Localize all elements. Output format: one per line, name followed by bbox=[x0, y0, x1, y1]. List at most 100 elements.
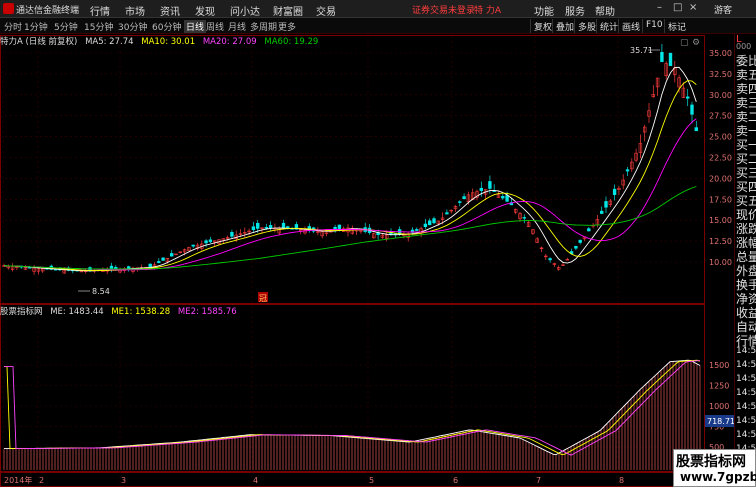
price-tick-label: 25.00 bbox=[709, 133, 732, 142]
date-axis-frame bbox=[0, 472, 705, 487]
indicator-tick-label: 1500 bbox=[709, 361, 729, 370]
price-tick-label: 17.50 bbox=[709, 195, 732, 204]
candle-body bbox=[191, 244, 195, 247]
candle-body bbox=[230, 232, 234, 237]
chart-title: 特力A (日线 前复权) bbox=[0, 37, 78, 47]
menu-help[interactable]: 帮助 bbox=[595, 3, 615, 18]
login-notice[interactable]: 证券交易未登录 bbox=[412, 3, 475, 16]
ma10-line bbox=[3, 80, 697, 271]
sidebar-item: 14:50 bbox=[736, 416, 756, 426]
price-tick-label: 30.00 bbox=[709, 91, 732, 100]
tool-draw[interactable]: 画线 bbox=[618, 19, 643, 33]
candle-body bbox=[694, 127, 699, 132]
price-tick-label: 10.00 bbox=[709, 258, 732, 267]
candle-body bbox=[604, 201, 608, 208]
sidebar-item: 14:50 bbox=[736, 430, 756, 440]
date-tick-label: 7 bbox=[536, 476, 541, 485]
kline-chart[interactable]: 35.00 32.50 30.00 27.50 25.00 22.50 20.00 17.50… bbox=[0, 34, 734, 487]
sidebar-sub: 000 bbox=[736, 42, 752, 51]
candle-body bbox=[432, 218, 436, 224]
candle-body bbox=[148, 263, 152, 268]
candle-body bbox=[587, 228, 591, 232]
date-tick-label: 2 bbox=[39, 476, 44, 485]
candle-body bbox=[625, 169, 630, 172]
period-daily[interactable]: 日线 bbox=[184, 20, 207, 33]
candle-body bbox=[423, 223, 428, 228]
candle-body bbox=[690, 104, 694, 115]
indicator-value-text: 718.71 bbox=[707, 417, 734, 426]
indicator-info: 股票指标网 ME: 1483.44 ME1: 1538.28 ME2: 1585… bbox=[0, 305, 705, 317]
period-15min[interactable]: 15分钟 bbox=[84, 20, 113, 33]
candle-body bbox=[612, 188, 617, 195]
candle-body bbox=[685, 96, 690, 99]
candle-body bbox=[488, 181, 492, 189]
sidebar-item: 14:50 bbox=[736, 388, 756, 398]
price-tick-label: 27.50 bbox=[709, 112, 732, 121]
candle-body bbox=[208, 239, 213, 243]
guest-label[interactable]: 游客 bbox=[714, 3, 732, 16]
candle-body bbox=[268, 225, 273, 229]
watermark-url: www.7gpzb.com bbox=[680, 470, 756, 484]
indicator-title: 股票指标网 bbox=[0, 307, 43, 317]
indicator-tick-label: 1250 bbox=[709, 382, 729, 391]
menu-ask[interactable]: 问小达 bbox=[230, 3, 260, 18]
menu-market[interactable]: 市场 bbox=[125, 3, 145, 18]
tool-f10[interactable]: F10 bbox=[642, 19, 666, 33]
period-toolbar: 分时 1分钟 5分钟 15分钟 30分钟 60分钟 日线 周线 月线 多周期 更… bbox=[0, 18, 756, 34]
maximize-button[interactable]: □ bbox=[673, 2, 682, 13]
menu-function[interactable]: 功能 bbox=[534, 3, 554, 18]
watermark: 股票指标网 www.7gpzb.com bbox=[673, 449, 756, 487]
close-button[interactable]: × bbox=[689, 2, 697, 13]
candle-body bbox=[660, 52, 664, 63]
candle-body bbox=[505, 195, 509, 202]
menu-trade[interactable]: 交易 bbox=[316, 3, 336, 18]
candle-body bbox=[251, 226, 256, 231]
candle-body bbox=[264, 227, 268, 229]
menu-wealth[interactable]: 财富圈 bbox=[273, 3, 303, 18]
price-tick-label: 22.50 bbox=[709, 154, 732, 163]
period-5min[interactable]: 5分钟 bbox=[54, 20, 78, 33]
me2-value: ME2: 1585.76 bbox=[177, 307, 237, 317]
tool-mark[interactable]: 标记 bbox=[664, 19, 689, 33]
period-timeshare[interactable]: 分时 bbox=[4, 20, 22, 33]
minimize-button[interactable]: – bbox=[657, 2, 662, 13]
low-price-label: 8.54 bbox=[92, 287, 110, 296]
watermark-title: 股票指标网 bbox=[676, 454, 746, 470]
period-more[interactable]: 更多 bbox=[278, 20, 296, 33]
candle-body bbox=[204, 240, 208, 244]
date-tick-label: 4 bbox=[253, 476, 258, 485]
sidebar-item: 14:50 bbox=[736, 402, 756, 412]
date-tick-label: 8 bbox=[619, 476, 624, 485]
period-multi[interactable]: 多周期 bbox=[250, 20, 277, 33]
sidebar-item: 14:50 bbox=[736, 374, 756, 384]
period-30min[interactable]: 30分钟 bbox=[118, 20, 147, 33]
candle-body bbox=[445, 212, 449, 215]
stock-name: 特 力A bbox=[474, 6, 502, 16]
menu-service[interactable]: 服务 bbox=[565, 3, 585, 18]
me-value: ME: 1483.44 bbox=[50, 307, 104, 317]
candle-body bbox=[548, 258, 552, 261]
menu-news[interactable]: 资讯 bbox=[160, 3, 180, 18]
app-logo bbox=[3, 3, 14, 14]
menu-quotes[interactable]: 行情 bbox=[90, 3, 110, 18]
period-monthly[interactable]: 月线 bbox=[228, 20, 246, 33]
candle-body bbox=[255, 222, 260, 229]
period-weekly[interactable]: 周线 bbox=[206, 20, 224, 33]
title-bar: 通达信金融终端 行情 市场 资讯 发现 问小达 财富圈 交易 证券交易未登录 特… bbox=[0, 0, 756, 18]
period-1min[interactable]: 1分钟 bbox=[24, 20, 48, 33]
app-name: 通达信金融终端 bbox=[16, 6, 80, 16]
date-tick-label: 6 bbox=[453, 476, 458, 485]
ma5-line bbox=[3, 66, 697, 272]
price-tick-label: 20.00 bbox=[709, 174, 732, 183]
ma60-line bbox=[3, 186, 697, 270]
date-tick-label: 5 bbox=[369, 476, 374, 485]
candle-body bbox=[127, 266, 131, 269]
candle-body bbox=[501, 196, 505, 199]
indicator-chart-frame bbox=[0, 304, 705, 472]
event-marker-label: 冠 bbox=[259, 294, 267, 303]
candle-body bbox=[427, 220, 432, 226]
menu-discover[interactable]: 发现 bbox=[195, 3, 215, 18]
sidebar-item: 14:50 bbox=[736, 346, 756, 356]
period-60min[interactable]: 60分钟 bbox=[152, 20, 181, 33]
ma20-value: MA20: 27.09 bbox=[202, 37, 257, 47]
